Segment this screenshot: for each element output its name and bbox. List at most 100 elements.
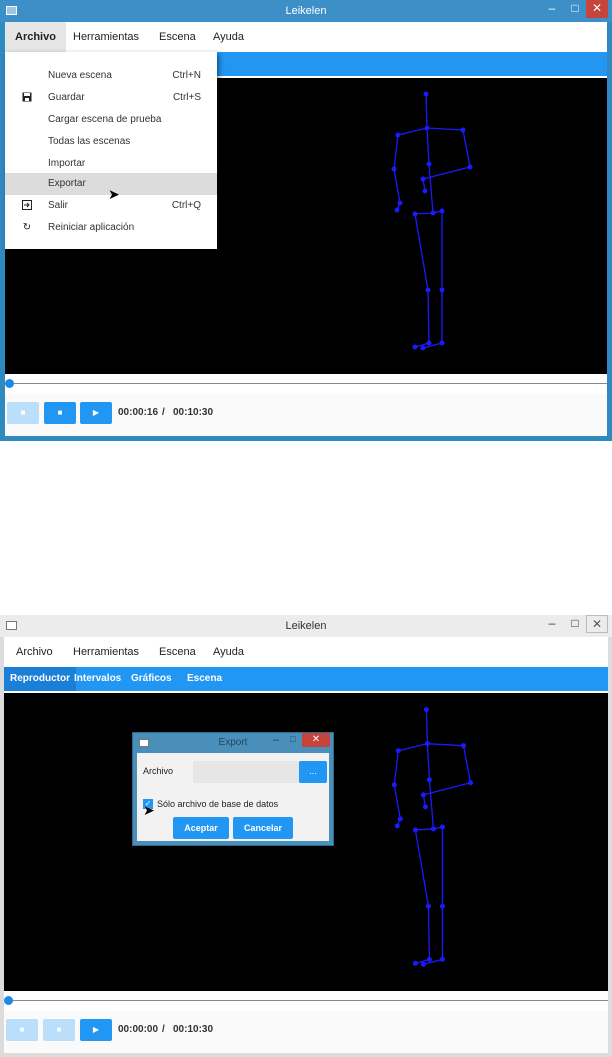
skeleton-joint bbox=[412, 827, 418, 833]
timeline[interactable] bbox=[4, 991, 608, 1011]
skeleton-bone bbox=[425, 93, 428, 129]
timeline-track[interactable] bbox=[8, 1000, 608, 1001]
app-window-export-dialog: Leikelen – □ ✕ Archivo Herramientas Esce… bbox=[0, 615, 612, 1057]
menu-item-nueva-escena[interactable]: Nueva escena Ctrl+N bbox=[5, 65, 217, 87]
total-time: 00:10:30 bbox=[173, 407, 214, 418]
skeleton-joint bbox=[397, 816, 403, 822]
playback-controls: ■ ■ ▶ 00:00:16 / 00:10:30 bbox=[5, 394, 607, 436]
menu-item-importar[interactable]: Importar bbox=[5, 153, 217, 175]
timeline[interactable] bbox=[5, 374, 607, 394]
skeleton-joint bbox=[430, 826, 436, 832]
skeleton-joint bbox=[394, 823, 400, 829]
tab-graficos[interactable]: Gráficos bbox=[125, 667, 178, 691]
stop-button[interactable]: ■ bbox=[43, 1019, 75, 1041]
record-button[interactable]: ■ bbox=[6, 1019, 38, 1041]
skeleton-joint bbox=[426, 340, 432, 346]
menu-bar: Archivo Herramientas Escena Ayuda bbox=[4, 637, 608, 667]
export-dialog: Export – □ ✕ Archivo ... ✓ Sólo archivo … bbox=[132, 732, 334, 846]
skeleton-joint bbox=[439, 340, 445, 346]
dialog-maximize-button[interactable]: □ bbox=[284, 734, 302, 748]
skeleton-joint bbox=[425, 903, 431, 909]
skeleton-bone bbox=[398, 743, 428, 752]
tab-intervalos[interactable]: Intervalos bbox=[68, 667, 127, 691]
skeleton-joint bbox=[420, 345, 426, 351]
skeleton-joint bbox=[423, 707, 429, 713]
skeleton-bone bbox=[462, 129, 471, 168]
menu-ayuda[interactable]: Ayuda bbox=[203, 22, 254, 52]
refresh-icon: ↻ bbox=[22, 222, 32, 233]
maximize-button[interactable]: □ bbox=[564, 615, 586, 633]
play-button[interactable]: ▶ bbox=[80, 1019, 112, 1041]
close-button[interactable]: ✕ bbox=[586, 0, 608, 18]
minimize-button[interactable]: – bbox=[540, 0, 564, 18]
menu-herramientas[interactable]: Herramientas bbox=[63, 637, 149, 667]
stop-button[interactable]: ■ bbox=[44, 402, 76, 424]
menu-escena[interactable]: Escena bbox=[149, 22, 206, 52]
skeleton-bone bbox=[426, 743, 431, 780]
close-button[interactable]: ✕ bbox=[586, 615, 608, 633]
skeleton-joint bbox=[412, 960, 418, 966]
skeleton-bone bbox=[428, 163, 434, 214]
skeleton-bone bbox=[393, 168, 401, 204]
skeleton-bone bbox=[414, 829, 430, 907]
menu-item-label: Reiniciar aplicación bbox=[48, 222, 135, 233]
dialog-minimize-button[interactable]: – bbox=[266, 734, 286, 748]
menu-item-label: Exportar bbox=[48, 178, 86, 189]
timeline-thumb[interactable] bbox=[4, 996, 13, 1005]
menu-item-guardar[interactable]: Guardar Ctrl+S bbox=[5, 87, 217, 109]
app-window-menu-open: Leikelen – □ ✕ Archivo Herramientas Esce… bbox=[0, 0, 612, 441]
skeleton-joint bbox=[420, 176, 426, 182]
tab-reproductor[interactable]: Reproductor bbox=[4, 667, 76, 691]
record-button[interactable]: ■ bbox=[7, 402, 39, 424]
accept-button[interactable]: Aceptar bbox=[173, 817, 229, 839]
menu-item-label: Salir bbox=[48, 200, 69, 211]
skeleton-bone bbox=[425, 709, 429, 744]
file-label: Archivo bbox=[143, 766, 174, 776]
play-button[interactable]: ▶ bbox=[80, 402, 112, 424]
current-time: 00:00:16 bbox=[118, 407, 159, 418]
menu-bar: Archivo Herramientas Escena Ayuda bbox=[5, 22, 607, 52]
skeleton-joint bbox=[439, 956, 445, 962]
skeleton-joint bbox=[395, 748, 401, 754]
exit-icon bbox=[21, 200, 33, 212]
skeleton-joint bbox=[424, 125, 430, 131]
minimize-button[interactable]: – bbox=[540, 615, 564, 633]
skeleton-bone bbox=[397, 127, 428, 136]
menu-item-label: Guardar bbox=[48, 92, 85, 103]
title-bar[interactable]: Leikelen – □ ✕ bbox=[0, 615, 612, 637]
skeleton-bone bbox=[427, 743, 464, 747]
time-separator: / bbox=[162, 407, 165, 418]
menu-item-label: Nueva escena bbox=[48, 70, 112, 81]
menu-archivo[interactable]: Archivo bbox=[6, 637, 63, 667]
menu-item-todas-las-escenas[interactable]: Todas las escenas bbox=[5, 131, 217, 153]
skeleton-joint bbox=[439, 824, 445, 830]
timeline-thumb[interactable] bbox=[5, 379, 14, 388]
skeleton-joint bbox=[424, 741, 430, 747]
skeleton-joint bbox=[430, 210, 436, 216]
dialog-close-button[interactable]: ✕ bbox=[302, 733, 330, 747]
skeleton-joint bbox=[425, 287, 431, 293]
skeleton-bone bbox=[393, 750, 399, 785]
maximize-button[interactable]: □ bbox=[564, 0, 586, 18]
menu-item-cargar-escena-de-prueba[interactable]: Cargar escena de prueba bbox=[5, 109, 217, 131]
browse-button[interactable]: ... bbox=[299, 761, 327, 783]
window-title: Leikelen bbox=[285, 5, 327, 17]
skeleton-joint bbox=[461, 743, 467, 749]
mouse-cursor-icon: ➤ bbox=[143, 802, 155, 818]
tab-escena[interactable]: Escena bbox=[181, 667, 228, 691]
skeleton-joint bbox=[439, 208, 445, 214]
title-bar[interactable]: Leikelen – □ ✕ bbox=[0, 0, 612, 22]
menu-item-reiniciar-aplicacion[interactable]: ↻ Reiniciar aplicación bbox=[5, 217, 217, 239]
window-title: Leikelen bbox=[285, 620, 327, 632]
menu-escena[interactable]: Escena bbox=[149, 637, 206, 667]
menu-archivo[interactable]: Archivo bbox=[5, 22, 66, 52]
cancel-button[interactable]: Cancelar bbox=[233, 817, 293, 839]
file-path-input[interactable] bbox=[193, 761, 301, 783]
menu-ayuda[interactable]: Ayuda bbox=[203, 637, 254, 667]
skeleton-joint bbox=[422, 804, 428, 810]
skeleton-joint bbox=[422, 188, 428, 194]
menu-herramientas[interactable]: Herramientas bbox=[63, 22, 149, 52]
skeleton-joint bbox=[391, 166, 397, 172]
timeline-track[interactable] bbox=[9, 383, 607, 384]
skeleton-bone bbox=[426, 127, 430, 165]
